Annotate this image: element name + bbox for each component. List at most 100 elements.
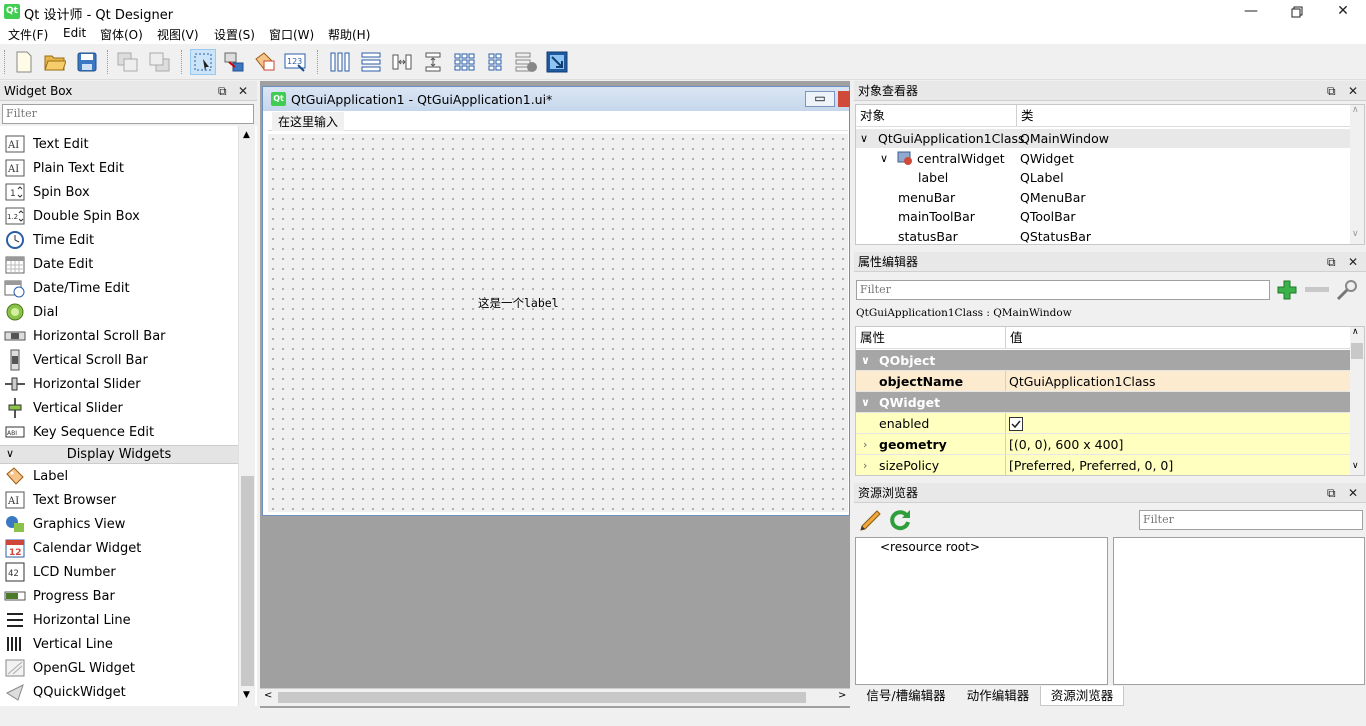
menu-window[interactable]: 窗口(W) (269, 26, 314, 43)
widget-item[interactable]: Dial (4, 300, 234, 324)
menu-type-here[interactable]: 在这里输入 (272, 112, 345, 131)
layout-form-icon[interactable] (482, 49, 508, 75)
tab-resource-browser[interactable]: 资源浏览器 (1040, 686, 1124, 706)
close-dock-icon[interactable]: ✕ (1348, 252, 1358, 272)
send-to-back-icon[interactable] (115, 49, 141, 75)
tab-signal-slot-editor[interactable]: 信号/槽编辑器 (858, 686, 954, 706)
property-scrollbar[interactable]: ∧ ∨ (1350, 327, 1364, 475)
widget-item[interactable]: AI Text Edit (4, 132, 234, 156)
adjust-size-icon[interactable] (544, 49, 570, 75)
property-row[interactable]: › geometry [(0, 0), 600 x 400] (856, 434, 1350, 455)
scroll-thumb[interactable] (278, 692, 806, 703)
edit-widgets-icon[interactable] (190, 49, 216, 75)
widget-item[interactable]: Vertical Scroll Bar (4, 348, 234, 372)
menu-view[interactable]: 视图(V) (157, 26, 199, 43)
widget-item[interactable]: 1.2 Double Spin Box (4, 204, 234, 228)
chevron-down-icon[interactable]: ∨ (860, 129, 868, 148)
object-tree-scrollbar[interactable]: ∧ ∨ (1350, 105, 1364, 244)
widget-item[interactable]: OpenGL Widget (4, 656, 234, 680)
column-header-property[interactable]: 属性 (860, 327, 885, 349)
layout-v-splitter-icon[interactable] (420, 49, 446, 75)
close-dock-icon[interactable]: ✕ (238, 81, 248, 101)
widget-item[interactable]: Time Edit (4, 228, 234, 252)
chevron-down-icon[interactable]: ∨ (880, 149, 888, 168)
widget-item[interactable]: 1 Spin Box (4, 180, 234, 204)
layout-grid-icon[interactable] (451, 49, 477, 75)
tab-action-editor[interactable]: 动作编辑器 (958, 686, 1038, 706)
form-window[interactable]: Qt QtGuiApplication1 - QtGuiApplication1… (262, 86, 850, 516)
minimize-button[interactable]: — (1228, 0, 1274, 24)
widget-item[interactable]: Vertical Slider (4, 396, 234, 420)
object-tree-row[interactable]: menuBar QMenuBar (856, 188, 1350, 207)
widget-item[interactable]: Horizontal Line (4, 608, 234, 632)
widget-item[interactable]: QQuickWidget (4, 680, 234, 704)
property-row[interactable]: ∨ QObject (856, 350, 1350, 371)
chevron-right-icon[interactable]: › (863, 455, 867, 475)
widget-item[interactable]: Horizontal Scroll Bar (4, 324, 234, 348)
float-dock-icon[interactable]: ⧉ (1327, 252, 1336, 272)
remove-property-icon[interactable] (1305, 287, 1329, 292)
widget-item[interactable]: 12 Calendar Widget (4, 536, 234, 560)
edit-tab-order-icon[interactable]: 123 (283, 49, 309, 75)
edit-resources-pencil-icon[interactable] (858, 507, 884, 533)
resource-root-item[interactable]: <resource root> (880, 540, 980, 554)
form-close-button[interactable] (838, 91, 850, 107)
chevron-right-icon[interactable]: › (863, 434, 867, 455)
layout-h-splitter-icon[interactable] (389, 49, 415, 75)
form-canvas[interactable]: 这是一个label (268, 134, 848, 512)
scroll-thumb[interactable] (1351, 343, 1363, 359)
property-value[interactable]: [Preferred, Preferred, 0, 0] (1009, 455, 1173, 475)
form-label[interactable]: 这是一个label (478, 295, 559, 311)
widget-item[interactable]: Horizontal Slider (4, 372, 234, 396)
float-dock-icon[interactable]: ⧉ (1327, 81, 1336, 101)
layout-horizontal-icon[interactable] (327, 49, 353, 75)
chevron-down-icon[interactable]: ∨ (861, 350, 870, 371)
property-row[interactable]: ∨ QWidget (856, 392, 1350, 413)
save-icon[interactable] (74, 49, 100, 75)
menu-form[interactable]: 窗体(O) (100, 26, 143, 43)
scroll-down-icon[interactable]: ∨ (1352, 461, 1359, 471)
property-row[interactable]: objectName QtGuiApplication1Class (856, 371, 1350, 392)
scroll-up-icon[interactable]: ∧ (1352, 327, 1359, 337)
widget-item[interactable]: Date/Time Edit (4, 276, 234, 300)
scroll-up-icon[interactable]: ▲ (243, 130, 250, 140)
widget-item[interactable]: Progress Bar (4, 584, 234, 608)
layout-vertical-icon[interactable] (358, 49, 384, 75)
mdi-hscrollbar[interactable]: < > (260, 688, 850, 706)
widget-item[interactable]: Vertical Line (4, 632, 234, 656)
menu-help[interactable]: 帮助(H) (328, 26, 370, 43)
scroll-up-icon[interactable]: ∧ (1352, 105, 1359, 115)
float-dock-icon[interactable]: ⧉ (218, 81, 227, 101)
configure-wrench-icon[interactable] (1334, 279, 1360, 301)
restore-button[interactable] (1274, 0, 1320, 24)
scroll-right-icon[interactable]: > (838, 690, 846, 701)
form-minimize-button[interactable]: ▭ (805, 91, 835, 107)
menu-edit[interactable]: Edit (63, 26, 86, 40)
close-window-button[interactable]: ✕ (1320, 0, 1366, 24)
column-header-class[interactable]: 类 (1021, 105, 1034, 127)
widget-item[interactable]: ABI Key Sequence Edit (4, 420, 234, 444)
new-file-icon[interactable] (11, 49, 37, 75)
property-filter[interactable]: Filter (856, 280, 1270, 300)
break-layout-icon[interactable] (513, 49, 539, 75)
scroll-thumb[interactable] (241, 476, 254, 686)
property-row[interactable]: › sizePolicy [Preferred, Preferred, 0, 0] (856, 455, 1350, 475)
object-tree-row[interactable]: statusBar QStatusBar (856, 227, 1350, 246)
resource-filter[interactable]: Filter (1139, 510, 1363, 530)
open-folder-icon[interactable] (42, 49, 68, 75)
property-value[interactable]: [(0, 0), 600 x 400] (1009, 434, 1123, 455)
category-display-widgets[interactable]: ∨ Display Widgets (0, 445, 238, 464)
column-header-value[interactable]: 值 (1010, 327, 1023, 349)
scroll-left-icon[interactable]: < (264, 690, 272, 701)
close-dock-icon[interactable]: ✕ (1348, 483, 1358, 503)
bring-to-front-icon[interactable] (147, 49, 173, 75)
column-header-object[interactable]: 对象 (860, 105, 885, 127)
object-tree-row[interactable]: mainToolBar QToolBar (856, 207, 1350, 226)
scroll-down-icon[interactable]: ▼ (243, 690, 250, 700)
widget-box-scrollbar[interactable]: ▲ ▼ (238, 126, 255, 706)
edit-signals-slots-icon[interactable] (221, 49, 247, 75)
widget-item[interactable]: Label (4, 464, 234, 488)
object-tree-row[interactable]: label QLabel (856, 168, 1350, 187)
property-value[interactable]: QtGuiApplication1Class (1009, 371, 1156, 392)
widget-item[interactable]: AI Plain Text Edit (4, 156, 234, 180)
